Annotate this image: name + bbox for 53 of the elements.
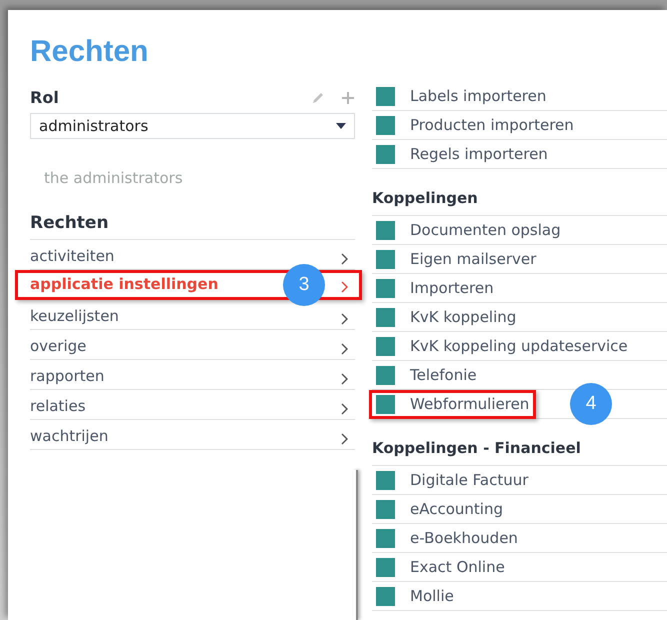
checkbox[interactable] xyxy=(376,278,395,298)
chevron-icon xyxy=(341,343,349,355)
role-label: Rol xyxy=(30,88,60,107)
role-dropdown[interactable]: administrators xyxy=(30,113,355,139)
chevron-icon xyxy=(341,281,349,293)
section-heading: Koppelingen xyxy=(372,189,667,216)
permission-label: KvK koppeling updateservice xyxy=(410,337,628,355)
checkbox[interactable] xyxy=(376,528,395,548)
permission-label: Mollie xyxy=(410,587,454,605)
callout-badge: 3 xyxy=(283,264,325,306)
rights-category-item[interactable]: rapporten xyxy=(30,360,355,390)
role-description: the administrators xyxy=(44,169,184,187)
rights-category-item[interactable]: overige xyxy=(30,330,355,360)
checkbox[interactable] xyxy=(376,586,395,606)
checkbox[interactable] xyxy=(376,394,395,414)
permission-label: Webformulieren xyxy=(410,395,530,413)
checkbox[interactable] xyxy=(376,308,395,326)
checkbox[interactable] xyxy=(376,366,395,384)
callout-badge: 4 xyxy=(570,383,612,425)
rights-heading: Rechten xyxy=(30,213,355,240)
rights-category-item[interactable]: wachtrijen xyxy=(30,420,355,450)
permission-label: Digitale Factuur xyxy=(410,471,528,489)
permission-label: Producten importeren xyxy=(410,116,574,134)
checkbox[interactable] xyxy=(376,220,395,240)
checkbox[interactable] xyxy=(376,336,395,356)
checkbox[interactable] xyxy=(376,500,395,518)
permission-label: Labels importeren xyxy=(410,87,546,105)
caret-icon xyxy=(336,123,346,129)
chevron-icon xyxy=(341,403,349,415)
checkbox[interactable] xyxy=(376,116,395,134)
chevron-icon xyxy=(341,253,349,265)
permission-label: Exact Online xyxy=(410,558,505,576)
permission-label: Eigen mailserver xyxy=(410,250,536,268)
page-title: Rechten xyxy=(30,34,150,70)
chevron-icon xyxy=(341,433,349,445)
rights-category-item[interactable]: relaties xyxy=(30,390,355,420)
permission-label: Telefonie xyxy=(410,366,477,384)
checkbox[interactable] xyxy=(376,558,395,576)
permission-label: Regels importeren xyxy=(410,145,548,163)
permission-label: e-Boekhouden xyxy=(410,529,518,547)
checkbox[interactable] xyxy=(376,144,395,164)
checkbox[interactable] xyxy=(376,250,395,268)
checkbox[interactable] xyxy=(376,470,395,490)
add-icon[interactable] xyxy=(341,90,355,104)
rights-category-item[interactable]: keuzelijsten xyxy=(30,300,355,330)
permission-label: KvK koppeling xyxy=(410,308,516,326)
checkbox[interactable] xyxy=(376,86,395,106)
section-heading: Koppelingen - Financieel xyxy=(372,439,667,466)
chevron-icon xyxy=(341,313,349,325)
permission-label: Documenten opslag xyxy=(410,221,561,239)
chevron-icon xyxy=(341,373,349,385)
permission-label: eAccounting xyxy=(410,500,503,518)
permission-label: Importeren xyxy=(410,279,494,297)
